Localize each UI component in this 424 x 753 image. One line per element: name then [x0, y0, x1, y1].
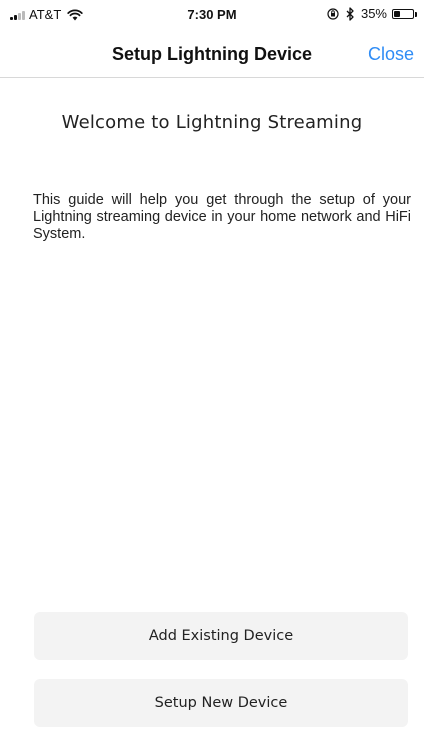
bluetooth-icon — [346, 6, 354, 21]
setup-new-device-button[interactable]: Setup New Device — [34, 679, 408, 727]
page-title: Setup Lightning Device — [111, 44, 312, 64]
close-button[interactable]: Close — [368, 44, 414, 65]
battery-icon — [392, 8, 417, 19]
status-right: 35% — [327, 6, 417, 21]
battery-fill — [394, 10, 400, 17]
welcome-heading: Welcome to Lightning Streaming — [61, 112, 363, 133]
intro-text: This guide will help you get through the… — [33, 192, 411, 242]
add-existing-device-button[interactable]: Add Existing Device — [34, 612, 408, 660]
navigation-bar: Setup Lightning Device Close — [0, 28, 424, 78]
orientation-lock-icon — [327, 7, 339, 20]
status-bar: AT&T 7:30 PM 35% — [0, 0, 424, 28]
setup-screen: AT&T 7:30 PM 35% Setup Lightning Device … — [0, 0, 424, 753]
battery-percent: 35% — [360, 6, 387, 21]
